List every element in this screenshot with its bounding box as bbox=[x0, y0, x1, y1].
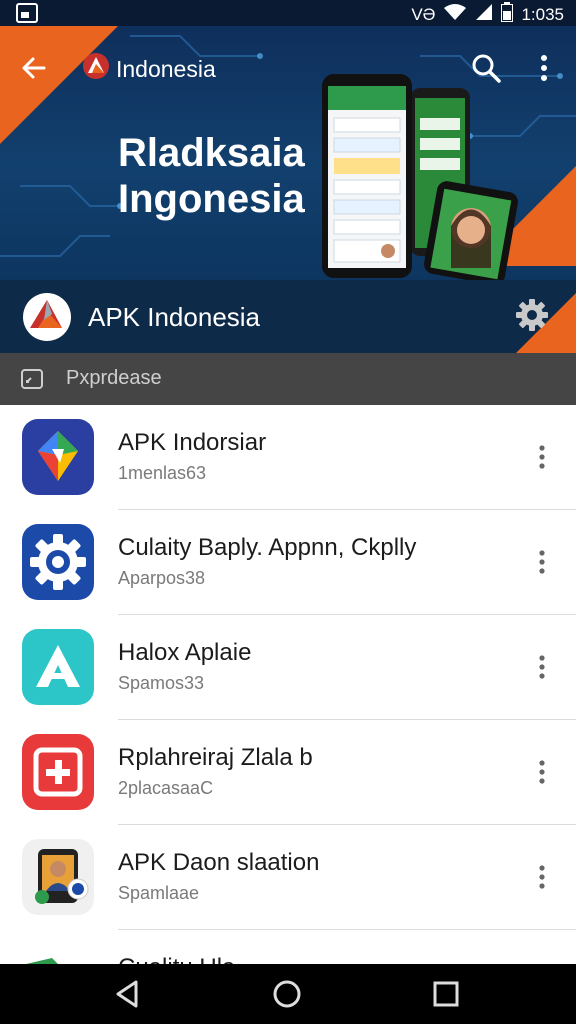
more-options-icon[interactable] bbox=[528, 443, 556, 471]
brand-logo-icon bbox=[82, 52, 110, 86]
network-text: VƏ bbox=[411, 5, 436, 24]
app-list-item[interactable]: Cualitu Ula bbox=[0, 930, 576, 964]
search-field-icon bbox=[20, 367, 44, 391]
app-name: APK Indorsiar bbox=[118, 429, 267, 456]
app-list-item[interactable]: Halox Aplaie Spamos33 bbox=[0, 615, 576, 720]
back-arrow-icon[interactable] bbox=[18, 52, 50, 84]
battery-icon bbox=[501, 2, 514, 28]
more-options-icon[interactable] bbox=[528, 653, 556, 681]
app-header-title: APK Indonesia bbox=[88, 302, 261, 332]
hero-title: Rladksaia Ingonesia bbox=[118, 131, 305, 221]
nav-recents-icon[interactable] bbox=[430, 978, 462, 1010]
app-subtitle: 2placasaaC bbox=[118, 778, 214, 798]
app-subtitle: 1menlas63 bbox=[118, 463, 207, 483]
app-header: APK Indonesia bbox=[0, 280, 576, 353]
app-subtitle: Spamlaae bbox=[118, 883, 200, 903]
nav-home-icon[interactable] bbox=[271, 978, 303, 1010]
google-maps-style-icon bbox=[22, 419, 94, 495]
app-name: Halox Aplaie bbox=[118, 639, 252, 666]
app-subtitle: Spamos33 bbox=[118, 673, 205, 693]
search-bar[interactable]: Pxprdease bbox=[0, 353, 576, 405]
more-options-icon[interactable] bbox=[528, 548, 556, 576]
overflow-menu-icon[interactable] bbox=[528, 52, 560, 84]
app-subtitle: Aparpos38 bbox=[118, 568, 206, 588]
search-placeholder: Pxprdease bbox=[66, 367, 162, 389]
app-list-item[interactable]: Rplahreiraj Zlala b 2placasaaC bbox=[0, 720, 576, 825]
app-name: Cualitu Ula bbox=[118, 954, 235, 964]
status-bar: VƏ 1:035 bbox=[0, 0, 576, 26]
app-list-item[interactable]: APK Daon slaation Spamlaae bbox=[0, 825, 576, 930]
folder-icon bbox=[22, 944, 94, 964]
app-list-item[interactable]: Culaity Baply. Appnn, Ckplly Aparpos38 bbox=[0, 510, 576, 615]
screenshot-notification-icon bbox=[16, 3, 38, 28]
hero-banner: Indonesia Rladksaia Ingonesia bbox=[0, 26, 576, 280]
app-name: Rplahreiraj Zlala b bbox=[118, 744, 313, 771]
more-options-icon[interactable] bbox=[528, 758, 556, 786]
app-name: APK Daon slaation bbox=[118, 849, 320, 876]
app-name: Culaity Baply. Appnn, Ckplly bbox=[118, 534, 417, 561]
more-options-icon[interactable] bbox=[528, 863, 556, 891]
app-list-item[interactable]: APK Indorsiar 1menlas63 bbox=[0, 405, 576, 510]
wifi-icon bbox=[443, 3, 467, 27]
gear-settings-icon bbox=[22, 524, 94, 600]
brand-text: Indonesia bbox=[116, 55, 216, 82]
video-call-icon bbox=[22, 839, 94, 915]
settings-gear-icon[interactable] bbox=[514, 297, 550, 333]
cell-signal-icon bbox=[475, 3, 493, 27]
app-list: APK Indorsiar 1menlas63 Culaity Baply. A… bbox=[0, 405, 576, 964]
red-plus-icon bbox=[22, 734, 94, 810]
nav-back-icon[interactable] bbox=[112, 978, 144, 1010]
brand: Indonesia bbox=[82, 52, 216, 86]
apk-indonesia-logo-icon bbox=[22, 292, 72, 347]
phones-illustration bbox=[322, 74, 518, 280]
letter-a-icon bbox=[22, 629, 94, 705]
system-navigation-bar bbox=[0, 964, 576, 1024]
clock: 1:035 bbox=[521, 5, 564, 24]
